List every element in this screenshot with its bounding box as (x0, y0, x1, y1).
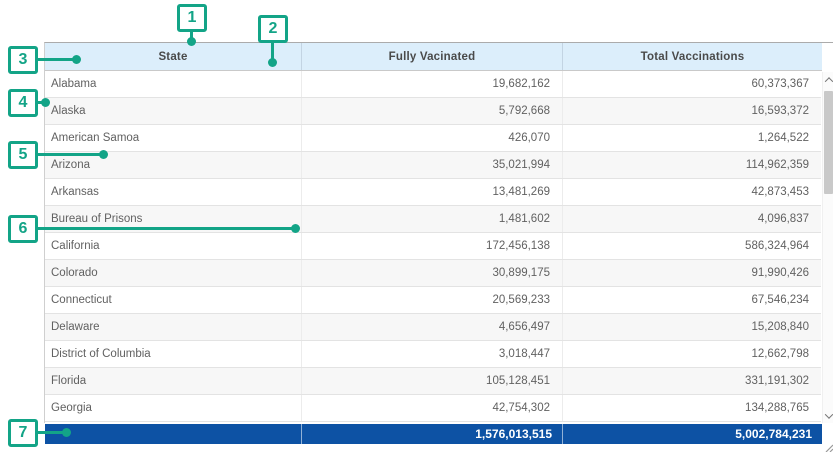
cell-total-vaccinations: 15,208,840 (563, 314, 821, 340)
cell-total-vaccinations: 16,593,372 (563, 98, 821, 124)
cell-state: California (45, 233, 302, 259)
cell-fully-vaccinated: 4,656,497 (302, 314, 563, 340)
cell-total-vaccinations: 91,990,426 (563, 260, 821, 286)
annotation-callout-4: 4 (8, 89, 38, 117)
cell-fully-vaccinated: 13,481,269 (302, 179, 563, 205)
table-body: Alabama19,682,16260,373,367Alaska5,792,6… (45, 71, 821, 422)
column-header-fully-vaccinated[interactable]: Fully Vacinated (302, 43, 563, 70)
cell-state: Colorado (45, 260, 302, 286)
cell-total-vaccinations: 12,662,798 (563, 341, 821, 367)
cell-fully-vaccinated: 20,569,233 (302, 287, 563, 313)
callout-6-line (36, 227, 294, 230)
scroll-down-button[interactable] (823, 408, 833, 423)
cell-fully-vaccinated: 426,070 (302, 125, 563, 151)
table-row[interactable]: Florida105,128,451331,191,302 (45, 368, 821, 395)
table-row[interactable]: Alabama19,682,16260,373,367 (45, 71, 821, 98)
table-row[interactable]: Delaware4,656,49715,208,840 (45, 314, 821, 341)
column-header-total-vaccinations[interactable]: Total Vaccinations (563, 43, 822, 70)
callout-3-dot (72, 55, 81, 64)
callout-5-line (36, 153, 102, 156)
table-row[interactable]: California172,456,138586,324,964 (45, 233, 821, 260)
cell-state: Florida (45, 368, 302, 394)
cell-state: Alabama (45, 71, 302, 97)
vaccinations-table: State Fully Vacinated Total Vaccinations… (44, 42, 833, 423)
annotation-callout-3: 3 (8, 46, 38, 74)
chevron-up-icon (825, 77, 833, 85)
scroll-up-button[interactable] (823, 72, 833, 87)
callout-5-dot (99, 150, 108, 159)
table-row[interactable]: Arkansas13,481,26942,873,453 (45, 179, 821, 206)
resize-grip-icon[interactable] (824, 443, 833, 452)
callout-7-dot (62, 428, 71, 437)
annotation-callout-1: 1 (177, 4, 207, 32)
cell-fully-vaccinated: 105,128,451 (302, 368, 563, 394)
dashboard-canvas: State Fully Vacinated Total Vaccinations… (0, 0, 833, 453)
cell-state: Delaware (45, 314, 302, 340)
summary-state-cell (45, 424, 302, 444)
cell-state: American Samoa (45, 125, 302, 151)
cell-total-vaccinations: 67,546,234 (563, 287, 821, 313)
column-header-state[interactable]: State (45, 43, 302, 70)
summary-fully-vaccinated: 1,576,013,515 (302, 424, 563, 444)
annotation-callout-7: 7 (8, 419, 38, 447)
cell-fully-vaccinated: 5,792,668 (302, 98, 563, 124)
cell-fully-vaccinated: 42,754,302 (302, 395, 563, 421)
cell-state: District of Columbia (45, 341, 302, 367)
callout-6-dot (291, 224, 300, 233)
cell-total-vaccinations: 42,873,453 (563, 179, 821, 205)
cell-total-vaccinations: 1,264,522 (563, 125, 821, 151)
table-row[interactable]: American Samoa426,0701,264,522 (45, 125, 821, 152)
callout-4-dot (41, 98, 50, 107)
table-row[interactable]: Georgia42,754,302134,288,765 (45, 395, 821, 422)
scrollbar-thumb[interactable] (824, 91, 833, 194)
table-row[interactable]: Colorado30,899,17591,990,426 (45, 260, 821, 287)
table-row[interactable]: Alaska5,792,66816,593,372 (45, 98, 821, 125)
cell-fully-vaccinated: 1,481,602 (302, 206, 563, 232)
cell-state: Alaska (45, 98, 302, 124)
cell-fully-vaccinated: 35,021,994 (302, 152, 563, 178)
chevron-down-icon (825, 410, 833, 418)
cell-fully-vaccinated: 172,456,138 (302, 233, 563, 259)
cell-total-vaccinations: 4,096,837 (563, 206, 821, 232)
annotation-callout-5: 5 (8, 141, 38, 169)
cell-total-vaccinations: 60,373,367 (563, 71, 821, 97)
cell-fully-vaccinated: 30,899,175 (302, 260, 563, 286)
summary-row: 1,576,013,515 5,002,784,231 (45, 424, 822, 444)
cell-total-vaccinations: 331,191,302 (563, 368, 821, 394)
summary-total-vaccinations: 5,002,784,231 (563, 424, 822, 444)
cell-total-vaccinations: 586,324,964 (563, 233, 821, 259)
callout-1-dot (187, 37, 196, 46)
vertical-scrollbar[interactable] (822, 72, 833, 423)
annotation-callout-6: 6 (8, 215, 38, 243)
annotation-callout-2: 2 (258, 15, 288, 43)
cell-fully-vaccinated: 19,682,162 (302, 71, 563, 97)
cell-state: Connecticut (45, 287, 302, 313)
cell-total-vaccinations: 114,962,359 (563, 152, 821, 178)
cell-fully-vaccinated: 3,018,447 (302, 341, 563, 367)
table-row[interactable]: Connecticut20,569,23367,546,234 (45, 287, 821, 314)
cell-total-vaccinations: 134,288,765 (563, 395, 821, 421)
table-row[interactable]: Arizona35,021,994114,962,359 (45, 152, 821, 179)
cell-state: Arkansas (45, 179, 302, 205)
cell-state: Georgia (45, 395, 302, 421)
callout-2-dot (268, 58, 277, 67)
callout-7-line (36, 431, 65, 434)
callout-3-line (36, 58, 74, 61)
table-row[interactable]: District of Columbia3,018,44712,662,798 (45, 341, 821, 368)
table-header-row: State Fully Vacinated Total Vaccinations (45, 43, 822, 71)
